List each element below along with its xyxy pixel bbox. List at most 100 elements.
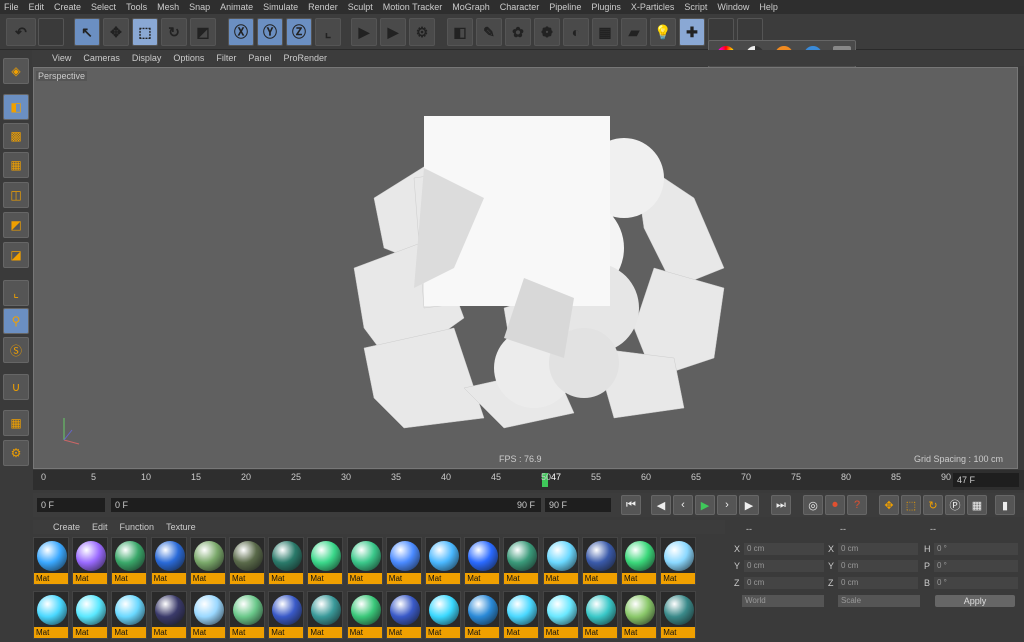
end-frame-field[interactable]: 90 F: [545, 498, 611, 512]
material-swatch[interactable]: Mat: [268, 591, 305, 639]
redo-button[interactable]: [38, 18, 64, 46]
material-swatch[interactable]: Mat: [542, 591, 579, 639]
material-swatch[interactable]: Mat: [542, 537, 579, 585]
menu-item[interactable]: Script: [684, 2, 707, 12]
material-swatch[interactable]: Mat: [229, 591, 265, 639]
menu-item[interactable]: Plugins: [591, 2, 621, 12]
record-position-button[interactable]: ✥: [879, 495, 899, 515]
frame-range-slider[interactable]: 0 F 90 F: [111, 498, 541, 512]
material-menu-item[interactable]: Function: [120, 522, 155, 532]
record-pla-button[interactable]: ▦: [967, 495, 987, 515]
material-swatch[interactable]: Mat: [346, 537, 383, 585]
menu-item[interactable]: Window: [717, 2, 749, 12]
material-swatch[interactable]: Mat: [660, 537, 697, 585]
timeline-window-button[interactable]: ▮: [995, 495, 1015, 515]
tweak-mode-button[interactable]: ⚲: [3, 308, 29, 334]
material-swatch[interactable]: Mat: [621, 537, 657, 585]
start-frame-field[interactable]: 0 F: [37, 498, 105, 512]
material-swatch[interactable]: Mat: [111, 591, 148, 639]
menu-item[interactable]: File: [4, 2, 19, 12]
material-swatch[interactable]: Mat: [503, 537, 540, 585]
menu-item[interactable]: Snap: [189, 2, 210, 12]
scale-mode-select[interactable]: Scale: [838, 595, 920, 607]
material-swatch[interactable]: Mat: [346, 591, 383, 639]
pos-y-field[interactable]: 0 cm: [744, 560, 824, 572]
next-key-button[interactable]: ▶: [739, 495, 759, 515]
deformer-button[interactable]: ◐: [563, 18, 589, 46]
material-swatch[interactable]: Mat: [581, 537, 618, 585]
edges-mode-button[interactable]: ◩: [3, 212, 29, 238]
scale-tool-button[interactable]: ⬚: [132, 18, 158, 46]
keyframe-selection-button[interactable]: ?: [847, 495, 867, 515]
pen-button[interactable]: ✎: [476, 18, 502, 46]
floor-button[interactable]: ▦: [592, 18, 618, 46]
coordinate-mode-select[interactable]: World: [742, 595, 824, 607]
render-view-button[interactable]: ▶: [351, 18, 377, 46]
menu-item[interactable]: Pipeline: [549, 2, 581, 12]
material-swatch[interactable]: Mat: [229, 537, 265, 585]
live-selection-button[interactable]: ↖: [74, 18, 100, 46]
material-swatch[interactable]: Mat: [307, 537, 344, 585]
rot-b-field[interactable]: 0 °: [934, 577, 1018, 589]
render-picture-viewer-button[interactable]: ▶: [380, 18, 406, 46]
workplane-mode-button[interactable]: ▦: [3, 152, 29, 178]
cube-button[interactable]: ◧: [447, 18, 473, 46]
material-swatch[interactable]: Mat: [425, 537, 461, 585]
x-axis-lock-button[interactable]: Ⓧ: [228, 18, 254, 46]
size-x-field[interactable]: 0 cm: [838, 543, 918, 555]
material-swatch[interactable]: Mat: [72, 591, 109, 639]
menu-item[interactable]: X-Particles: [631, 2, 675, 12]
viewport-menu-item[interactable]: ProRender: [283, 53, 327, 63]
previous-frame-button[interactable]: ‹: [673, 495, 693, 515]
record-scale-button[interactable]: ⬚: [901, 495, 921, 515]
viewport-menu-item[interactable]: Options: [173, 53, 204, 63]
menu-item[interactable]: Animate: [220, 2, 253, 12]
material-swatch[interactable]: Mat: [385, 591, 422, 639]
move-tool-button[interactable]: ✥: [103, 18, 129, 46]
material-swatch[interactable]: Mat: [268, 537, 305, 585]
points-mode-button[interactable]: ◫: [3, 182, 29, 208]
locked-workplane-button[interactable]: ▦: [3, 410, 29, 436]
polygons-mode-button[interactable]: ◪: [3, 242, 29, 268]
material-swatch[interactable]: Mat: [464, 537, 501, 585]
menu-item[interactable]: Edit: [29, 2, 45, 12]
make-editable-button[interactable]: ◈: [3, 58, 29, 84]
size-z-field[interactable]: 0 cm: [838, 577, 918, 589]
model-mode-button[interactable]: ◧: [3, 94, 29, 120]
pos-x-field[interactable]: 0 cm: [744, 543, 824, 555]
viewport-menu-item[interactable]: View: [52, 53, 71, 63]
rotate-tool-button[interactable]: ↻: [161, 18, 187, 46]
previous-key-button[interactable]: ◀: [651, 495, 671, 515]
apply-button[interactable]: Apply: [935, 595, 1015, 607]
pos-z-field[interactable]: 0 cm: [744, 577, 824, 589]
axis-mode-button[interactable]: ⌞: [3, 280, 29, 306]
coordinate-system-button[interactable]: ⌞: [315, 18, 341, 46]
menu-item[interactable]: Tools: [126, 2, 147, 12]
play-button[interactable]: ▶: [695, 495, 715, 515]
y-axis-lock-button[interactable]: Ⓨ: [257, 18, 283, 46]
viewport-menu-item[interactable]: Filter: [216, 53, 236, 63]
material-swatch[interactable]: Mat: [621, 591, 657, 639]
material-swatch[interactable]: Mat: [150, 537, 187, 585]
texture-mode-button[interactable]: ▩: [3, 123, 29, 149]
go-to-start-button[interactable]: ⏮: [621, 495, 641, 515]
next-frame-button[interactable]: ›: [717, 495, 737, 515]
current-frame-field[interactable]: 47 F: [953, 473, 1019, 487]
material-swatch[interactable]: Mat: [111, 537, 148, 585]
cloner-button[interactable]: ❁: [534, 18, 560, 46]
menu-item[interactable]: Create: [54, 2, 81, 12]
material-swatch[interactable]: Mat: [33, 537, 69, 585]
record-parameter-button[interactable]: Ⓟ: [945, 495, 965, 515]
magnet-button[interactable]: ∪: [3, 374, 29, 400]
z-axis-lock-button[interactable]: Ⓩ: [286, 18, 312, 46]
material-swatch[interactable]: Mat: [72, 537, 109, 585]
menu-item[interactable]: Mesh: [157, 2, 179, 12]
viewport-menu-item[interactable]: Cameras: [83, 53, 120, 63]
planar-workplane-button[interactable]: ⚙: [3, 440, 29, 466]
menu-item[interactable]: Sculpt: [348, 2, 373, 12]
record-rotation-button[interactable]: ↻: [923, 495, 943, 515]
timeline[interactable]: 47 0 5 10 15 20 25 30 35 40 45 50 55 60 65 70 75 80 85 90: [33, 470, 1024, 490]
light-button[interactable]: 💡: [650, 18, 676, 46]
menu-item[interactable]: Motion Tracker: [383, 2, 443, 12]
undo-button[interactable]: ↶: [6, 18, 36, 46]
